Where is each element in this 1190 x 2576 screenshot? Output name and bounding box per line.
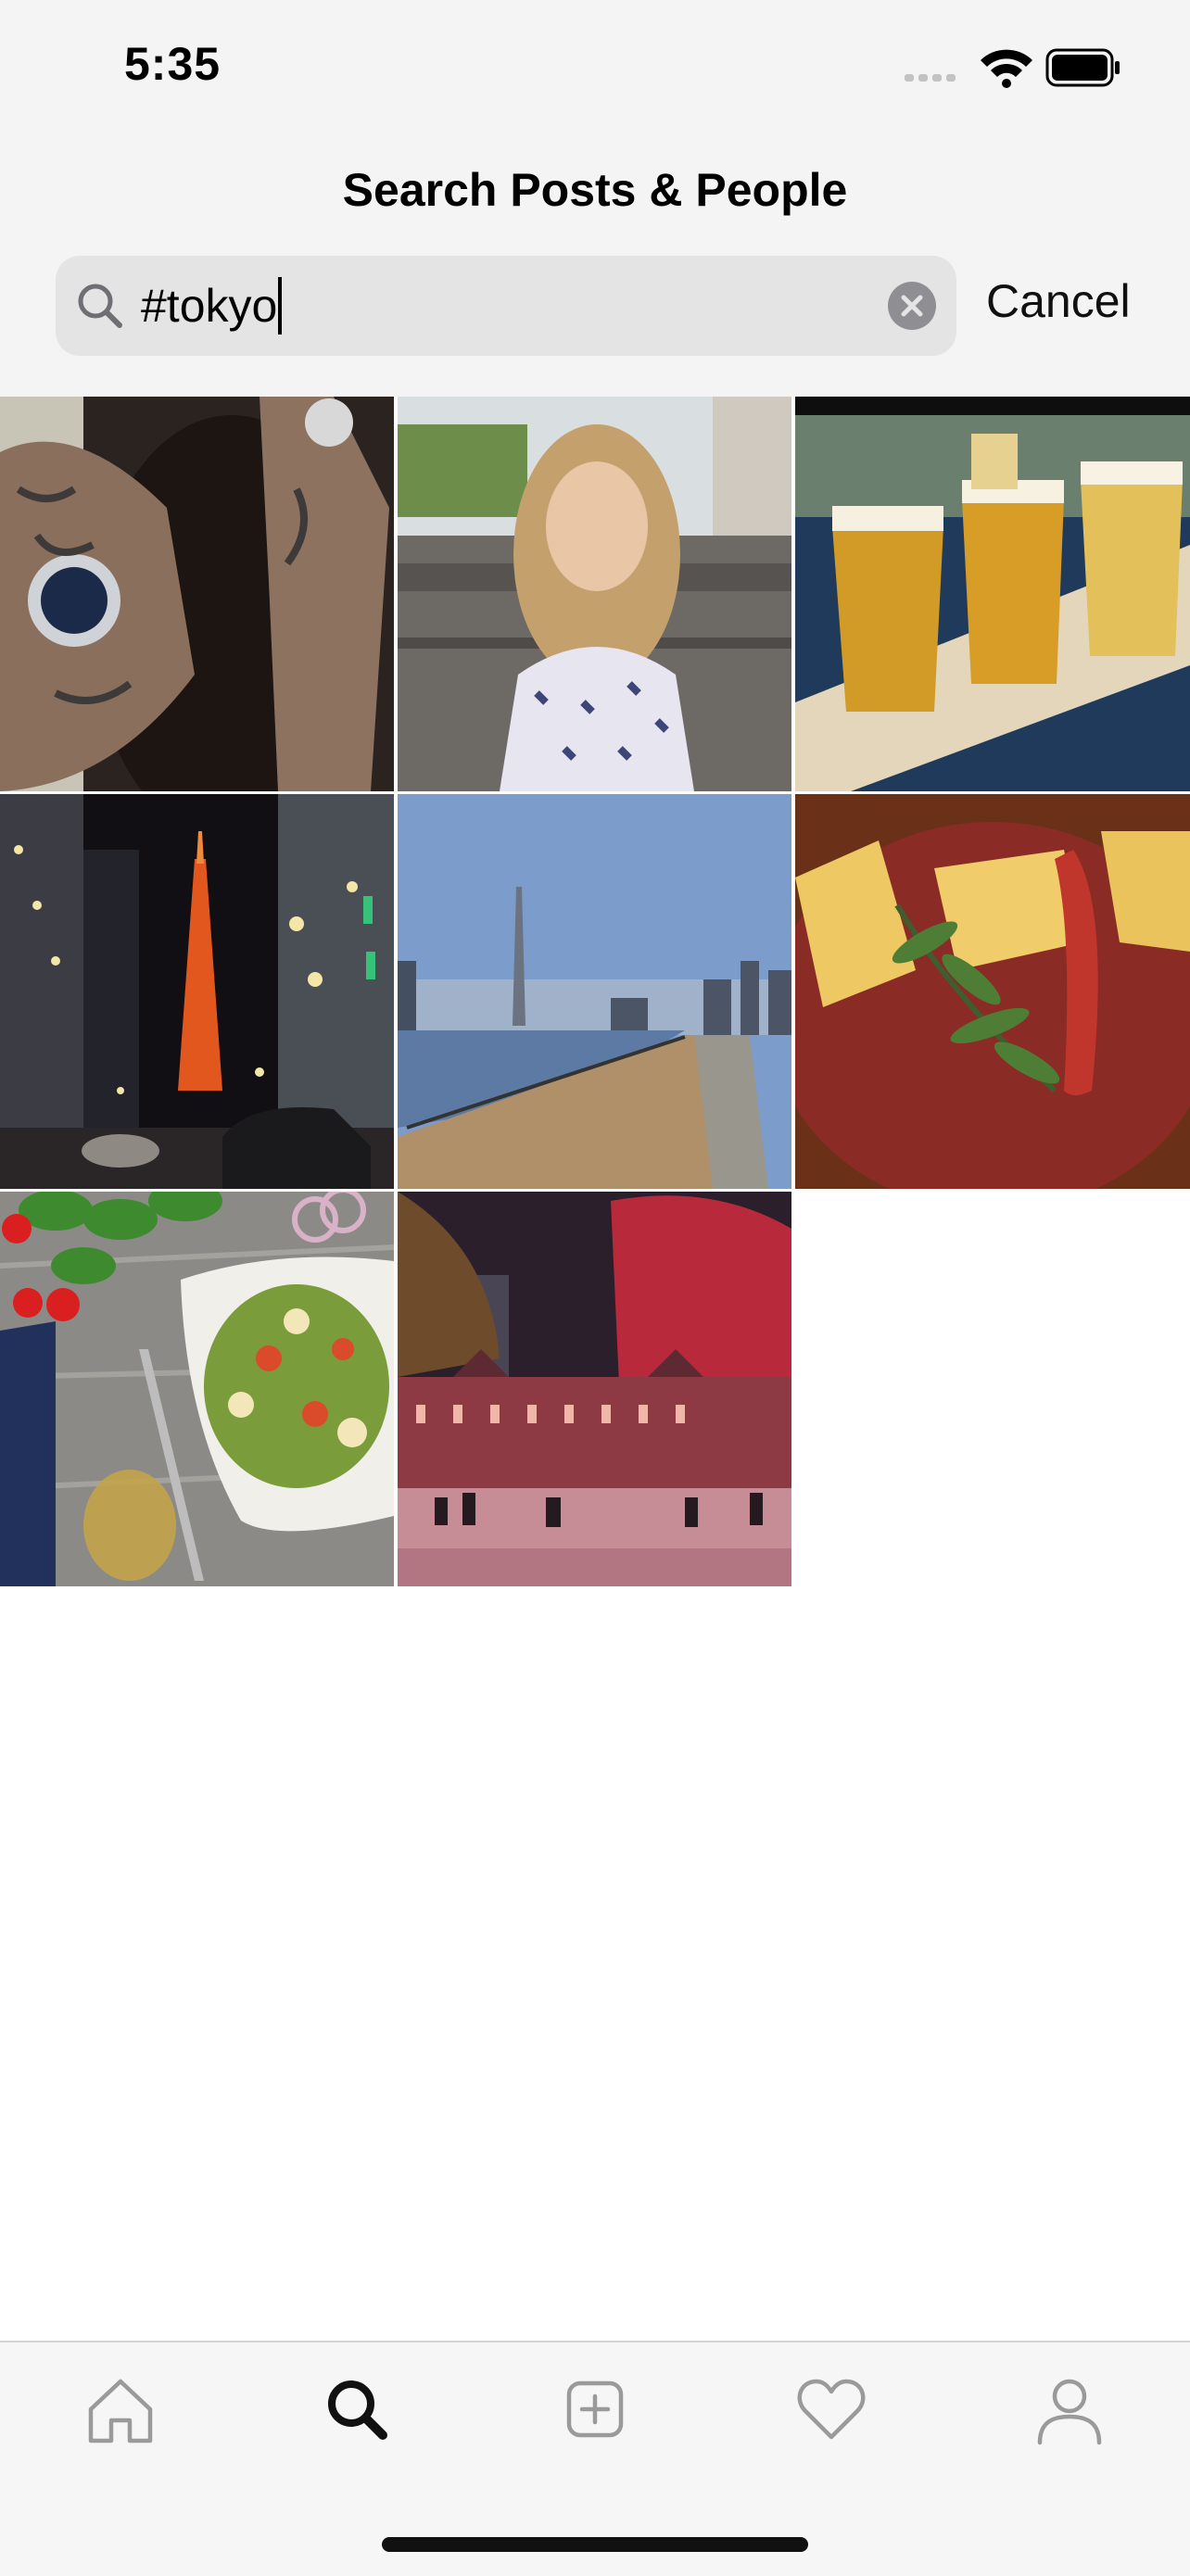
tab-search[interactable] [316, 2368, 398, 2450]
tab-home[interactable] [80, 2368, 161, 2450]
post-tattooed-hands-watch[interactable] [0, 397, 394, 791]
clear-x-icon [901, 295, 923, 317]
house-icon [88, 2379, 153, 2443]
search-input-value: #tokyo [141, 280, 278, 332]
post-tokyo-tower-night-street[interactable] [0, 794, 394, 1189]
signal-dots-icon [905, 74, 956, 82]
clear-search-button[interactable] [888, 282, 936, 330]
search-input[interactable]: #tokyo [141, 256, 283, 356]
post-salad-bowl[interactable] [0, 1192, 394, 1586]
cancel-button[interactable]: Cancel [986, 274, 1131, 328]
text-caret [278, 276, 283, 335]
wifi-icon [981, 49, 1032, 88]
magnifier-icon [328, 2380, 387, 2440]
magnifier-icon [78, 284, 122, 328]
post-tamagoyaki-plate[interactable] [795, 794, 1190, 1189]
plus-square-icon [566, 2380, 624, 2438]
status-time: 5:35 [124, 38, 222, 90]
search-box[interactable]: #tokyo [56, 256, 956, 356]
tab-profile[interactable] [1029, 2368, 1110, 2450]
status-icons [905, 44, 1123, 91]
post-blonde-woman-portrait[interactable] [398, 397, 791, 791]
post-beer-flight[interactable] [795, 397, 1190, 791]
tab-activity[interactable] [791, 2368, 872, 2450]
battery-icon [1045, 48, 1120, 87]
page-title: Search Posts & People [342, 164, 848, 216]
status-bar-icons-svg [905, 48, 1120, 88]
heart-icon [797, 2379, 866, 2440]
post-tokyo-station-illuminated[interactable] [398, 1192, 791, 1586]
post-skytree-river[interactable] [398, 794, 791, 1189]
tab-new-post[interactable] [554, 2368, 636, 2450]
home-indicator [382, 2537, 808, 2552]
person-icon [1037, 2379, 1102, 2445]
